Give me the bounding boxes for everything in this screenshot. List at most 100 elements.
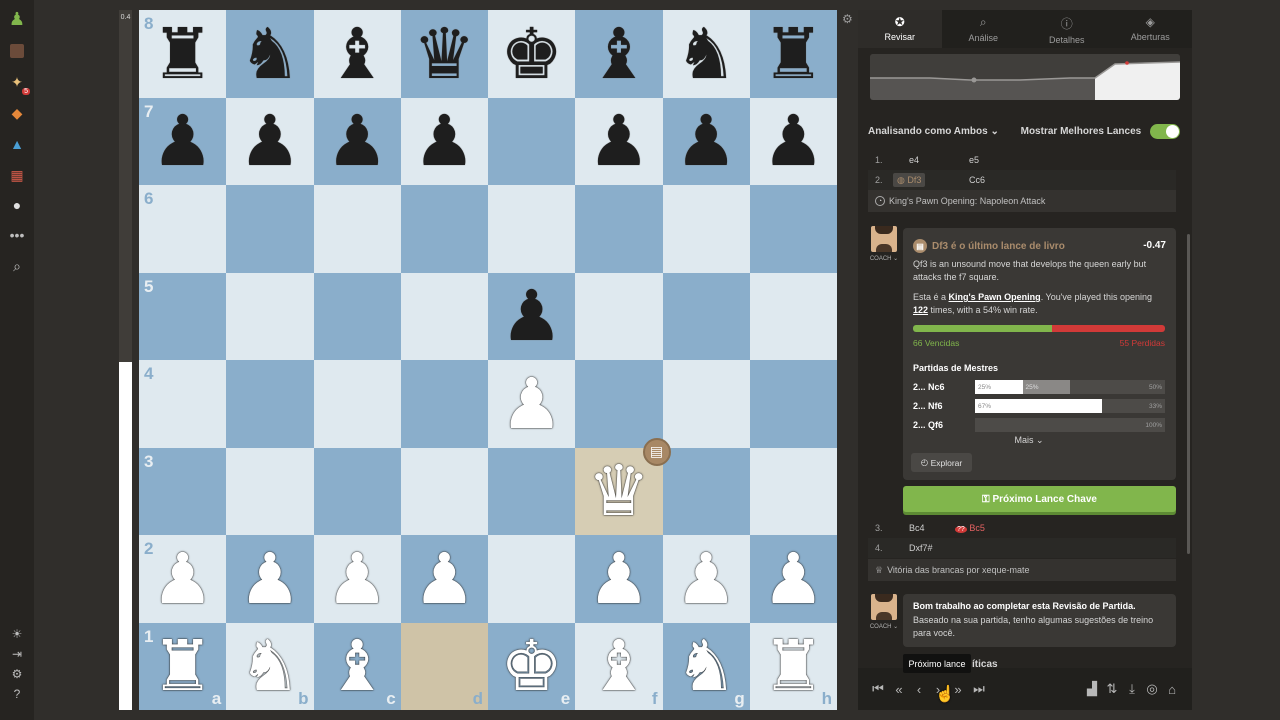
white-move[interactable]: Bc4	[909, 523, 925, 533]
square-g5[interactable]	[662, 272, 750, 360]
prev-move-icon[interactable]: ‹	[910, 680, 928, 698]
games-count-link[interactable]: 122	[913, 305, 928, 315]
square-c4[interactable]	[313, 360, 401, 448]
puzzle-icon[interactable]: ✦ 5	[8, 73, 30, 95]
square-a1[interactable]: 1 a ♜	[139, 622, 227, 710]
black-rook-icon[interactable]: ♜	[762, 19, 825, 89]
square-g6[interactable]	[662, 185, 750, 273]
opening-name[interactable]: ◔ King's Pawn Opening: Napoleon Attack	[868, 190, 1176, 212]
coach-avatar[interactable]: COACH ⌄	[868, 226, 900, 262]
learn-icon[interactable]: ▲	[8, 135, 26, 153]
tab-detalhes[interactable]: ⓘ Detalhes	[1025, 10, 1109, 48]
settings-icon[interactable]: ⚙	[8, 665, 26, 683]
black-pawn-icon[interactable]: ♟	[500, 281, 563, 351]
square-g3[interactable]	[662, 447, 750, 535]
first-move-icon[interactable]: ⏮	[869, 680, 887, 698]
help-icon[interactable]: ?	[8, 685, 26, 703]
tab-revisar[interactable]: ✪ Revisar	[858, 10, 942, 48]
white-pawn-icon[interactable]: ♟	[238, 544, 301, 614]
square-b6[interactable]	[226, 185, 314, 273]
square-d8[interactable]: ♛	[400, 10, 488, 98]
library-icon[interactable]: ⌂	[1163, 680, 1181, 698]
lessons-icon[interactable]: ◆	[8, 104, 26, 122]
white-bishop-icon[interactable]: ♝	[326, 631, 389, 701]
square-g4[interactable]	[662, 360, 750, 448]
square-h1[interactable]: h ♜	[749, 622, 837, 710]
white-pawn-icon[interactable]: ♟	[587, 544, 650, 614]
avatar-icon[interactable]	[8, 42, 26, 60]
white-pawn-icon[interactable]: ♟	[675, 544, 738, 614]
square-h8[interactable]: ♜	[749, 10, 837, 98]
square-h5[interactable]	[749, 272, 837, 360]
square-f8[interactable]: ♝	[575, 10, 663, 98]
black-king-icon[interactable]: ♚	[500, 19, 563, 89]
square-d2[interactable]: ♟	[400, 535, 488, 623]
black-pawn-icon[interactable]: ♟	[238, 106, 301, 176]
tab-analise[interactable]: ⌕ Análise	[942, 10, 1026, 48]
square-a2[interactable]: 2 ♟	[139, 535, 227, 623]
square-d6[interactable]	[400, 185, 488, 273]
white-queen-icon[interactable]: ♛	[587, 456, 650, 526]
black-knight-icon[interactable]: ♞	[238, 19, 301, 89]
white-move[interactable]: e4	[909, 155, 919, 165]
square-c8[interactable]: ♝	[313, 10, 401, 98]
white-rook-icon[interactable]: ♜	[762, 631, 825, 701]
best-moves-toggle[interactable]	[1150, 123, 1180, 139]
square-f5[interactable]	[575, 272, 663, 360]
white-pawn-icon[interactable]: ♟	[326, 544, 389, 614]
square-e3[interactable]	[488, 447, 576, 535]
next-key-move-button[interactable]: ⚿ Próximo Lance Chave	[903, 486, 1176, 512]
more-icon[interactable]: •••	[8, 226, 26, 244]
master-move-row[interactable]: 2... Qf6 100%	[913, 418, 1165, 432]
white-knight-icon[interactable]: ♞	[238, 631, 301, 701]
target-icon[interactable]: ◎	[1143, 680, 1161, 698]
coach-avatar-2[interactable]: COACH ⌄	[868, 594, 900, 630]
square-d4[interactable]	[400, 360, 488, 448]
white-move-selected[interactable]: ◍ Df3	[893, 172, 926, 187]
explore-button[interactable]: ◴ Explorar	[911, 453, 972, 472]
master-move-row[interactable]: 2... Nf6 67% 33%	[913, 399, 1165, 413]
black-pawn-icon[interactable]: ♟	[675, 106, 738, 176]
black-knight-icon[interactable]: ♞	[675, 19, 738, 89]
square-g7[interactable]: ♟	[662, 97, 750, 185]
square-f4[interactable]	[575, 360, 663, 448]
square-e7[interactable]	[488, 97, 576, 185]
white-bishop-icon[interactable]: ♝	[587, 631, 650, 701]
opening-link[interactable]: King's Pawn Opening	[949, 292, 1041, 302]
black-pawn-icon[interactable]: ♟	[326, 106, 389, 176]
square-d1[interactable]: d	[400, 622, 488, 710]
square-b2[interactable]: ♟	[226, 535, 314, 623]
download-icon[interactable]: ⤓	[1123, 680, 1141, 698]
flip-icon[interactable]: ⇅	[1103, 680, 1121, 698]
white-pawn-icon[interactable]: ♟	[500, 369, 563, 439]
square-h6[interactable]	[749, 185, 837, 273]
square-e8[interactable]: ♚	[488, 10, 576, 98]
white-move[interactable]: Dxf7#	[909, 543, 933, 553]
more-button[interactable]: Mais ⌄	[903, 435, 1155, 446]
square-d7[interactable]: ♟	[400, 97, 488, 185]
square-a6[interactable]: 6	[139, 185, 227, 273]
white-pawn-icon[interactable]: ♟	[151, 544, 214, 614]
white-pawn-icon[interactable]: ♟	[762, 544, 825, 614]
chess-board[interactable]: 8 ♜ ♞ ♝ ♛ ♚ ♝ ♞ ♜ 7 ♟ ♟ ♟ ♟ ♟ ♟ ♟ 6 5 ♟ 4 ♟ 3 ♛ ▤ 2 ♟ ♟ ♟ ♟ ♟ ♟ ♟ 1 a ♜ b ♞ c ♝…	[139, 10, 837, 710]
square-h4[interactable]	[749, 360, 837, 448]
white-knight-icon[interactable]: ♞	[675, 631, 738, 701]
square-b8[interactable]: ♞	[226, 10, 314, 98]
black-pawn-icon[interactable]: ♟	[151, 106, 214, 176]
square-h2[interactable]: ♟	[749, 535, 837, 623]
square-b3[interactable]	[226, 447, 314, 535]
tab-aberturas[interactable]: ◈ Aberturas	[1109, 10, 1193, 48]
square-f3[interactable]: ♛ ▤	[575, 437, 671, 535]
chat-icon[interactable]: ●	[8, 196, 26, 214]
white-rook-icon[interactable]: ♜	[151, 631, 214, 701]
white-king-icon[interactable]: ♚	[500, 631, 563, 701]
square-a7[interactable]: 7 ♟	[139, 97, 227, 185]
square-c5[interactable]	[313, 272, 401, 360]
board-settings-icon[interactable]: ⚙	[842, 12, 853, 26]
black-queen-icon[interactable]: ♛	[413, 19, 476, 89]
search-icon[interactable]: ⌕	[8, 257, 26, 275]
black-bishop-icon[interactable]: ♝	[326, 19, 389, 89]
square-g1[interactable]: g ♞	[662, 622, 750, 710]
square-g8[interactable]: ♞	[662, 10, 750, 98]
square-a8[interactable]: 8 ♜	[139, 10, 227, 98]
